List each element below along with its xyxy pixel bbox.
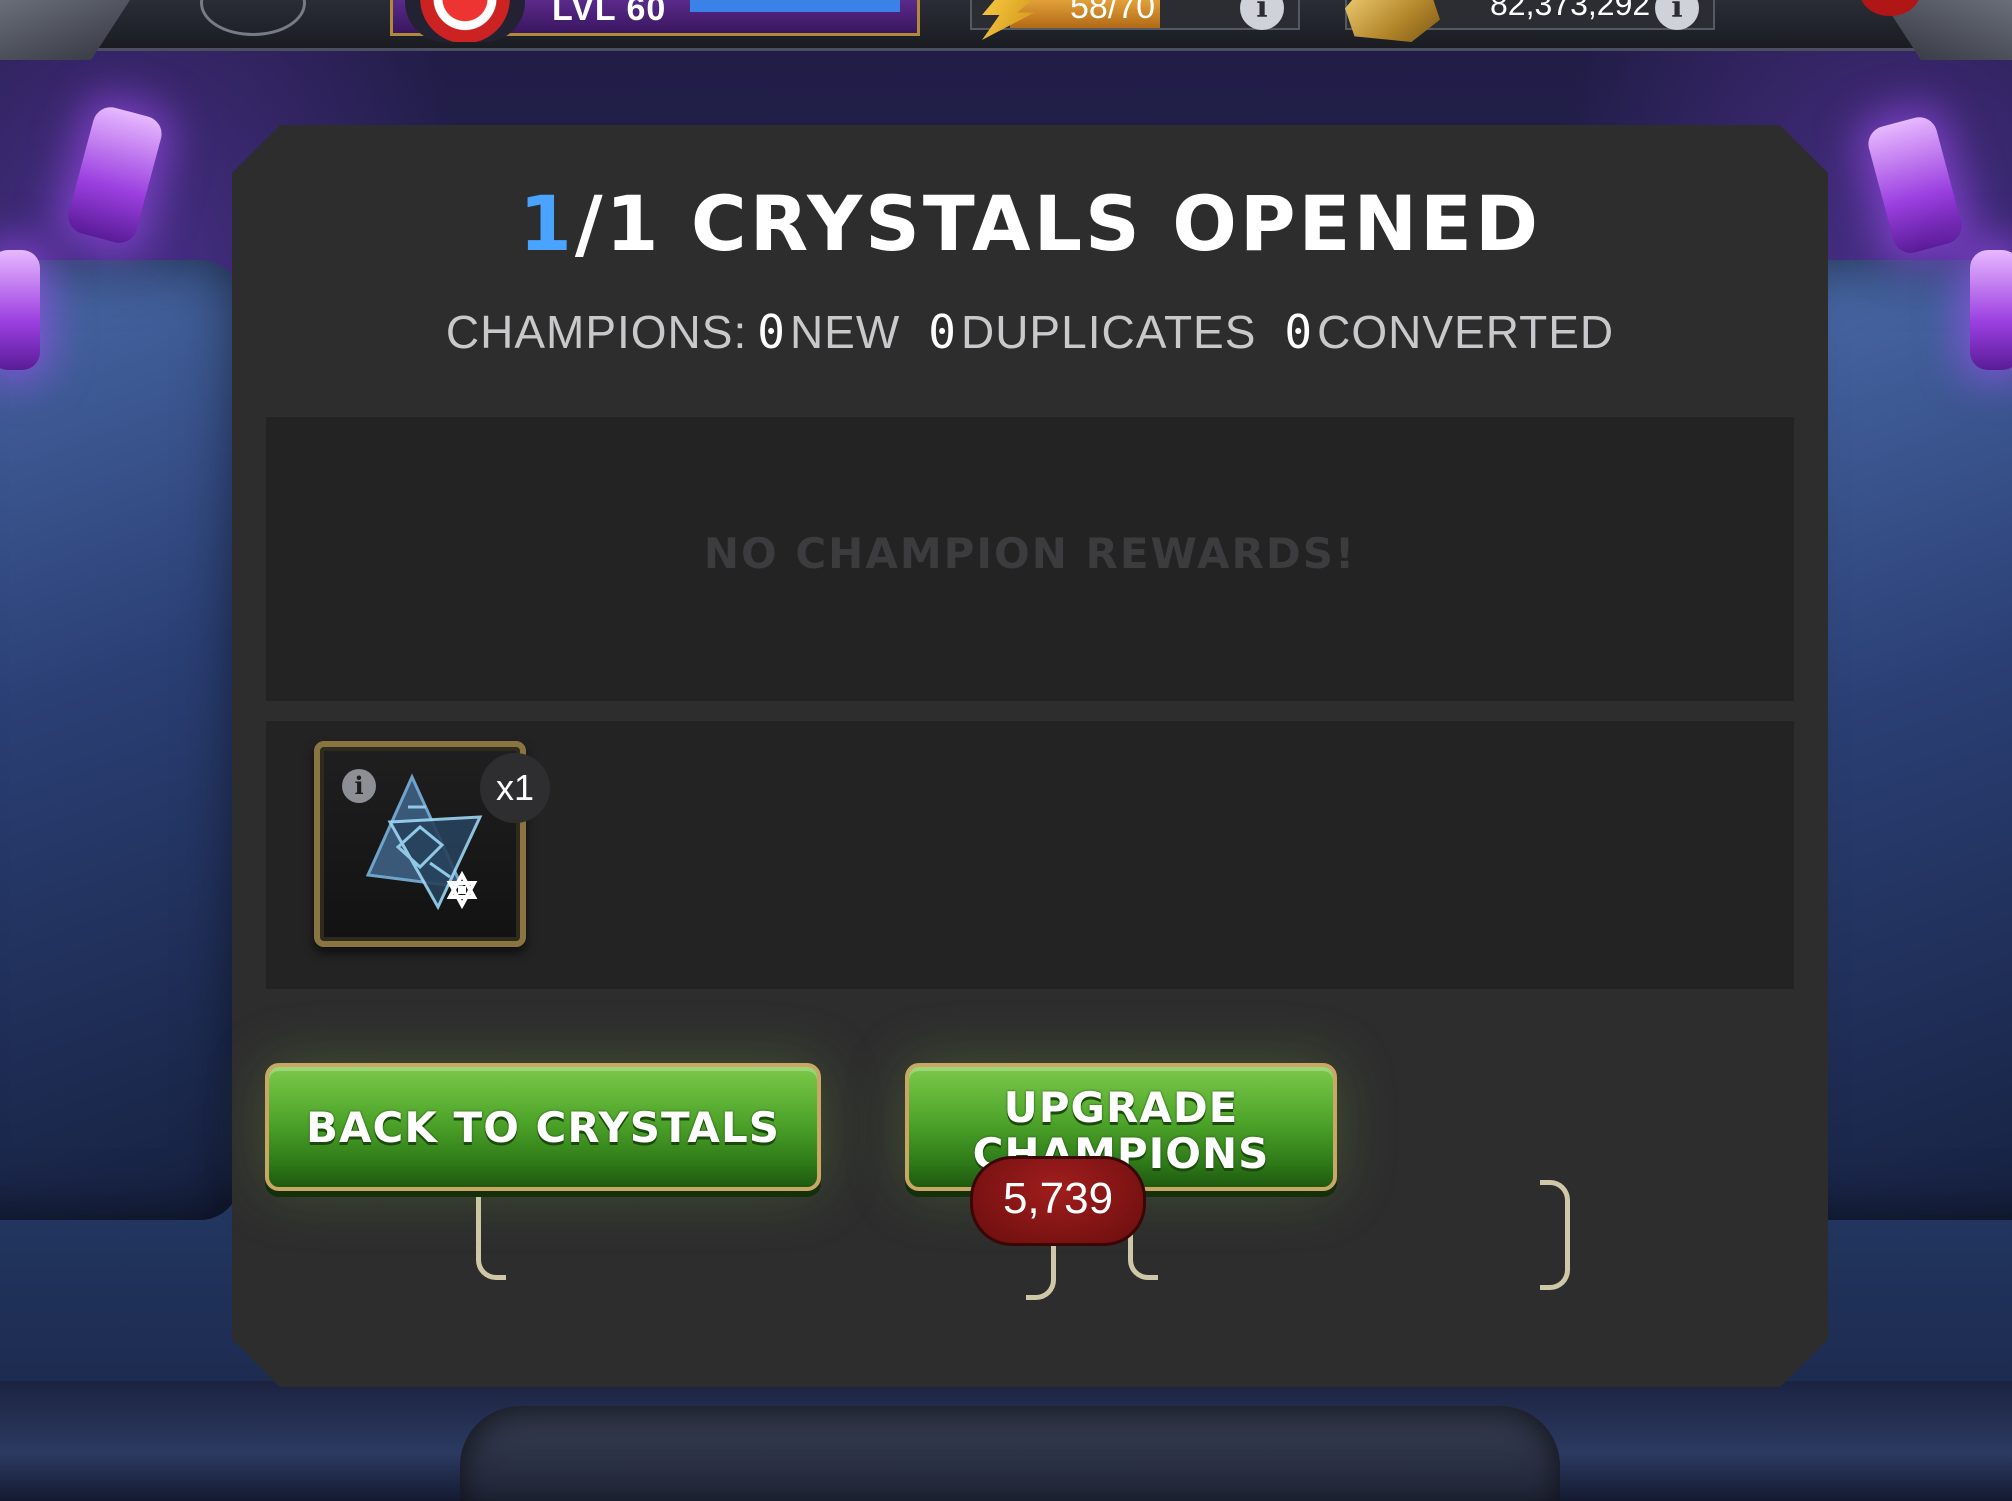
xp-progress-bar [690,0,900,12]
item-info-icon[interactable]: i [342,769,376,803]
champions-summary: CHAMPIONS: 0NEW 0DUPLICATES 0CONVERTED [232,305,1828,359]
summary-prefix: CHAMPIONS: [445,306,748,358]
right-crystal-glow [1864,113,1966,257]
page-title: 1/1 CRYSTALS OPENED [232,179,1828,268]
duplicates-label: DUPLICATES [960,306,1257,358]
left-crystal-glow-small [0,250,40,370]
player-level-label: LVL 60 [552,0,667,28]
left-pillar [0,260,240,1220]
no-rewards-message: NO CHAMPION REWARDS! [703,529,1357,578]
gold-value: 82,373,292 [1490,0,1651,22]
item-rewards-area: i x1 [266,721,1794,989]
new-count: 0 [757,305,786,359]
item-count-badge: x1 [480,753,550,823]
back-to-crystals-button[interactable]: BACK TO CRYSTALS [265,1063,821,1191]
crystal-machine [460,1406,1560,1501]
converted-label: CONVERTED [1317,306,1615,358]
title-rest: /1 CRYSTALS OPENED [574,179,1542,268]
upgrade-button-right-bracket [1540,1180,1570,1290]
left-crystal-glow [64,103,166,247]
upgrade-label-line1: UPGRADE [1003,1083,1239,1132]
crystal-count-badge: 5,739 [970,1156,1146,1246]
energy-value: 58/70 [1070,0,1156,26]
duplicates-count: 0 [928,305,957,359]
reward-item-tile[interactable]: i x1 [314,741,526,947]
right-crystal-glow-small [1970,250,2012,370]
title-current-count: 1 [518,179,575,268]
converted-count: 0 [1284,305,1314,359]
champion-rewards-area: NO CHAMPION REWARDS! [266,417,1794,701]
new-label: NEW [789,306,901,358]
